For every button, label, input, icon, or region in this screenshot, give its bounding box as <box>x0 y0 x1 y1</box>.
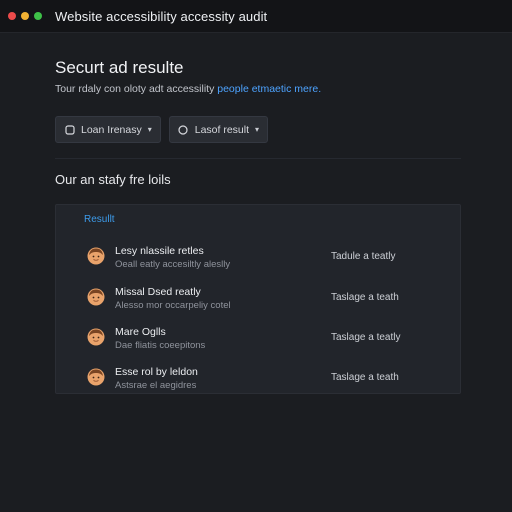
row-title: Mare Oglls <box>115 326 166 338</box>
avatar <box>87 288 105 306</box>
row-title: Missal Dsed reatly <box>115 286 201 298</box>
row-status[interactable]: Taslage a teath <box>331 372 399 383</box>
result-row[interactable]: Lesy nlassile retles Oeall eatly accesil… <box>56 241 460 281</box>
filter-dropdown-1-label: Loan Irenasy <box>81 123 142 136</box>
row-subtitle: Alesso mor occarpeliy cotel <box>115 300 231 311</box>
close-window-button[interactable] <box>8 12 16 20</box>
row-subtitle: Dae fliatis coeepitons <box>115 340 206 351</box>
filter-dropdown-2-label: Lasof result <box>194 123 250 136</box>
title-bar: Website accessibility accessity audit <box>0 0 512 33</box>
maximize-window-button[interactable] <box>34 12 42 20</box>
chevron-down-icon: ▾ <box>147 125 152 134</box>
result-row[interactable]: Esse rol by leldon Astsrae el aegidres T… <box>56 362 460 402</box>
section-heading: Our an stafy fre loils <box>55 172 171 187</box>
subtitle-text: Tour rdaly con oloty adt accessility <box>55 83 218 95</box>
filter-dropdown-1[interactable]: Loan Irenasy ▾ <box>55 116 161 143</box>
minimize-window-button[interactable] <box>21 12 29 20</box>
row-title: Esse rol by leldon <box>115 366 198 378</box>
app-window: Website accessibility accessity audit Se… <box>0 0 512 512</box>
row-title: Lesy nlassile retles <box>115 245 204 257</box>
window-controls <box>8 12 42 20</box>
result-row[interactable]: Mare Oglls Dae fliatis coeepitons Taslag… <box>56 322 460 362</box>
circle-icon <box>178 124 189 135</box>
subtitle-link[interactable]: people etmaetic mere. <box>217 83 321 95</box>
page-subtitle: Tour rdaly con oloty adt accessility peo… <box>55 83 321 95</box>
divider <box>55 158 461 159</box>
page-title: Securt ad resulte <box>55 58 184 77</box>
window-title: Website accessibility accessity audit <box>55 8 268 24</box>
chevron-down-icon: ▾ <box>255 125 260 134</box>
results-label[interactable]: Resullt <box>84 214 115 225</box>
filter-bar: Loan Irenasy ▾ Lasof result ▾ <box>55 116 269 143</box>
avatar <box>87 368 105 386</box>
results-panel: Resullt Lesy nlassile retles Oeall eatly… <box>55 204 461 394</box>
row-status[interactable]: Taslage a teath <box>331 292 399 303</box>
result-row[interactable]: Missal Dsed reatly Alesso mor occarpeliy… <box>56 282 460 322</box>
avatar <box>87 328 105 346</box>
avatar <box>87 247 105 265</box>
row-status[interactable]: Taslage a teatly <box>331 332 401 343</box>
row-subtitle: Oeall eatly accesiltly aleslly <box>115 259 231 270</box>
row-subtitle: Astsrae el aegidres <box>115 380 197 391</box>
row-status[interactable]: Tadule a teatly <box>331 251 396 262</box>
filter-dropdown-2[interactable]: Lasof result ▾ <box>168 116 269 143</box>
square-icon <box>64 124 75 135</box>
